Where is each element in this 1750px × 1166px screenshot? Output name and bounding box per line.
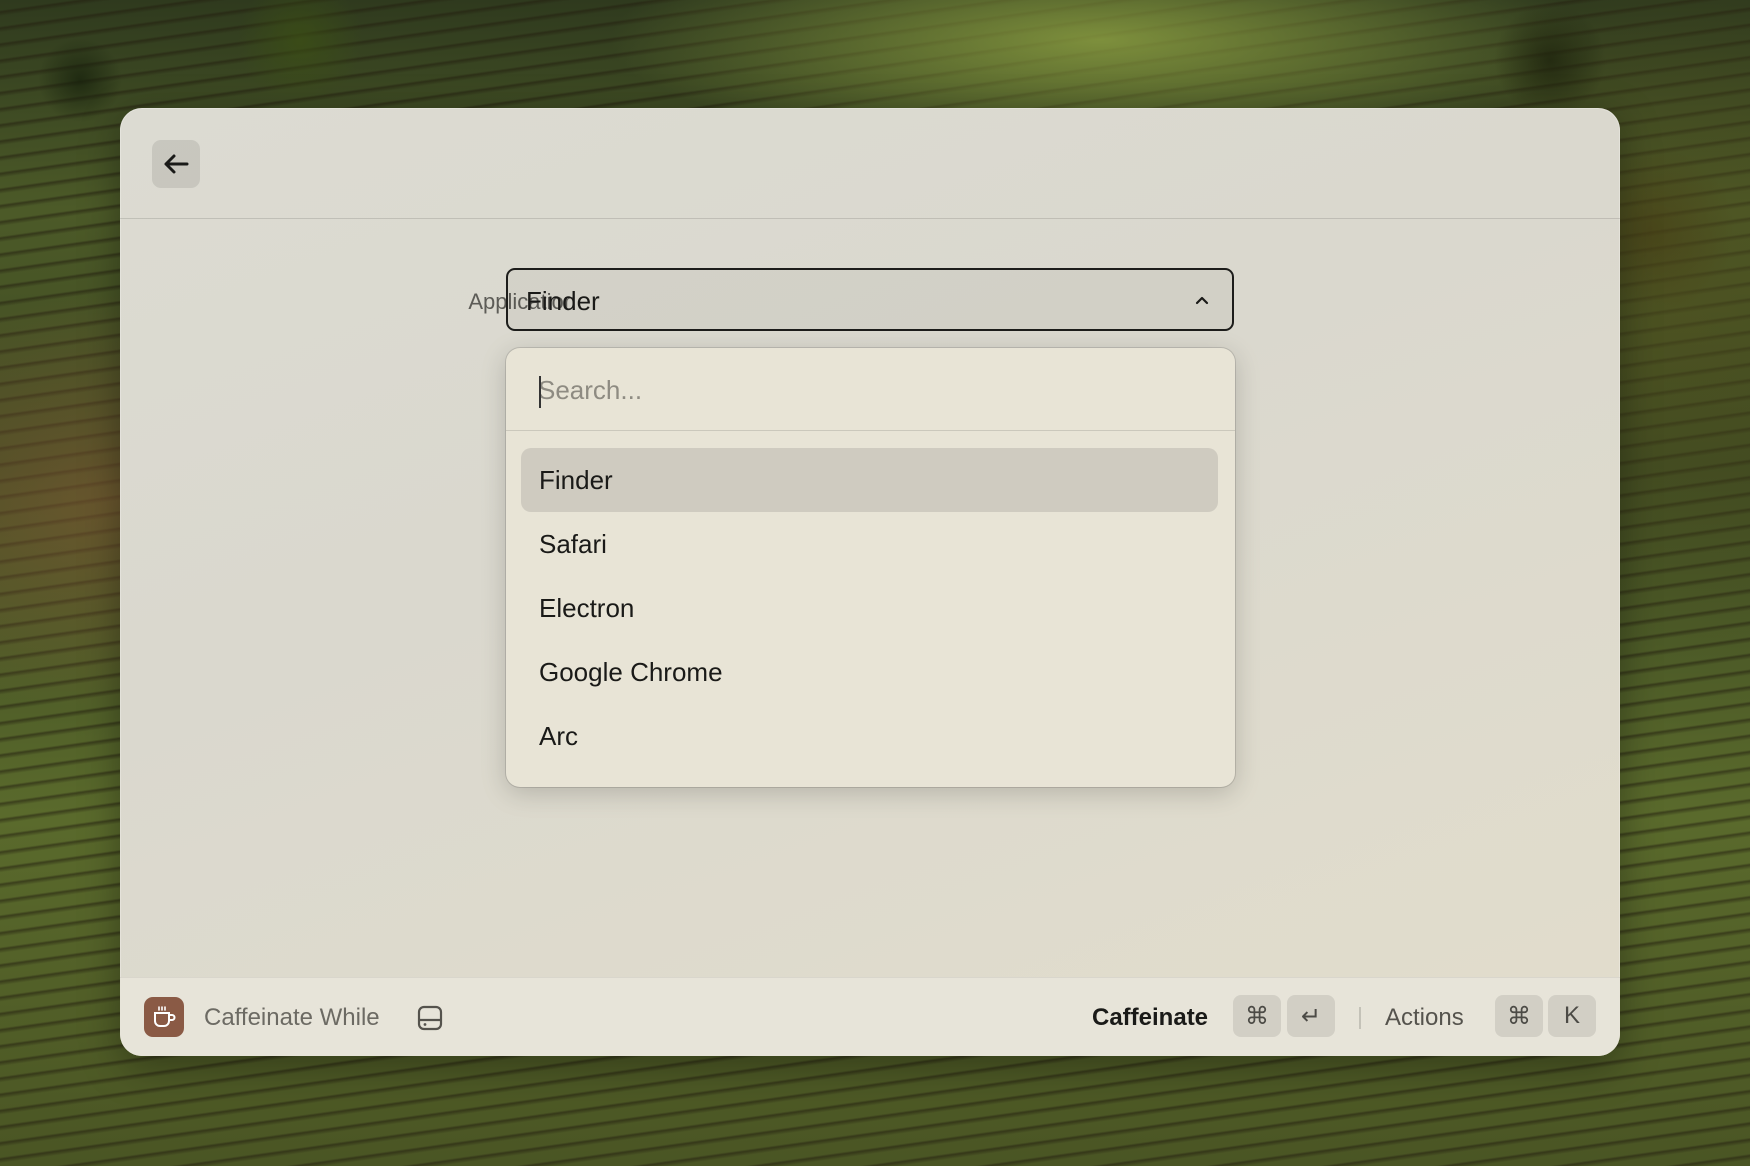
drive-icon — [417, 1005, 443, 1031]
key-label: K — [1563, 1002, 1580, 1029]
action-divider — [1359, 1007, 1361, 1029]
k-key-badge: K — [1548, 995, 1596, 1037]
option-label: Arc — [539, 720, 578, 751]
option-electron[interactable]: Electron — [521, 576, 1218, 640]
dropdown-options: Finder Safari Electron Google Chrome Arc — [521, 448, 1218, 768]
key-label: ↵ — [1300, 1002, 1322, 1030]
command-key-badge: ⌘ — [1495, 995, 1543, 1037]
option-label: Google Chrome — [539, 656, 723, 687]
application-select[interactable]: Finder — [506, 268, 1234, 331]
option-label: Safari — [539, 528, 607, 559]
extension-window: Application Finder Finder Safari Electro… — [120, 108, 1620, 1056]
option-finder[interactable]: Finder — [521, 448, 1218, 512]
option-google-chrome[interactable]: Google Chrome — [521, 640, 1218, 704]
option-arc[interactable]: Arc — [521, 704, 1218, 768]
search-input[interactable] — [538, 370, 1198, 410]
option-label: Electron — [539, 592, 635, 623]
return-key-badge: ↵ — [1287, 995, 1335, 1037]
command-title: Caffeinate While — [204, 1004, 380, 1031]
command-key-badge: ⌘ — [1233, 995, 1281, 1037]
application-select-value: Finder — [526, 286, 600, 316]
back-button[interactable] — [152, 140, 200, 188]
arrow-left-icon — [164, 154, 189, 174]
text-cursor — [539, 376, 541, 408]
action-bar: Caffeinate While Caffeinate ⌘ ↵ Actions … — [120, 977, 1620, 1056]
application-dropdown: Finder Safari Electron Google Chrome Arc — [506, 348, 1235, 787]
actions-button[interactable]: Actions — [1385, 1004, 1464, 1032]
coffee-cup-icon — [144, 997, 184, 1037]
chevron-up-icon — [1195, 296, 1209, 305]
key-label: ⌘ — [1507, 1002, 1531, 1030]
option-safari[interactable]: Safari — [521, 512, 1218, 576]
dropdown-search-row — [506, 348, 1235, 431]
key-label: ⌘ — [1245, 1002, 1269, 1030]
caffeinate-action[interactable]: Caffeinate — [1092, 1004, 1208, 1032]
window-header — [120, 108, 1620, 219]
option-label: Finder — [539, 464, 613, 495]
